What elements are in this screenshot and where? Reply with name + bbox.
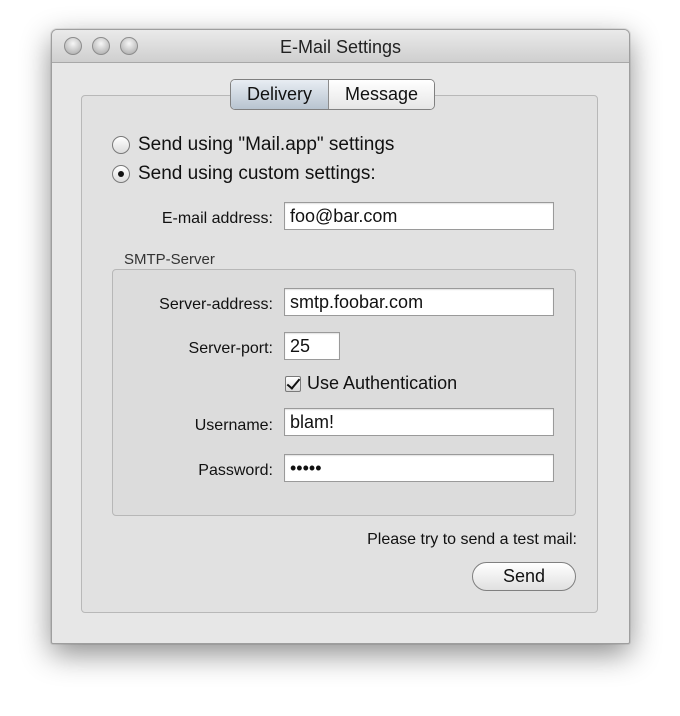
server-address-label: Server-address: [159,296,273,313]
server-port-label: Server-port: [188,340,273,357]
title-bar: E-Mail Settings [52,30,629,63]
use-authentication-label: Use Authentication [307,373,458,393]
email-address-field[interactable]: foo@bar.com [284,202,554,230]
use-authentication-row[interactable]: Use Authentication [285,373,457,394]
radio-custom-row[interactable]: Send using custom settings: [112,163,376,185]
window-title: E-Mail Settings [279,37,402,57]
email-address-label: E-mail address: [161,210,273,227]
smtp-server-group-label: SMTP-Server [124,251,215,268]
username-field[interactable]: blam! [284,408,554,436]
radio-custom-label: Send using custom settings: [138,163,376,184]
tab-message[interactable]: Message [329,80,435,109]
tab-delivery[interactable]: Delivery [231,80,330,109]
radio-mail-app-label: Send using "Mail.app" settings [138,134,395,155]
test-mail-hint: Please try to send a test mail: [367,531,577,548]
email-settings-window: E-Mail Settings Delivery Message Send us… [51,29,630,644]
radio-custom-settings[interactable] [112,165,130,183]
server-port-field[interactable]: 25 [284,332,340,360]
send-button[interactable]: Send [472,562,576,591]
password-label: Password: [198,462,273,479]
tab-bar: Delivery Message [230,79,436,110]
use-authentication-checkbox[interactable] [285,375,301,392]
password-field[interactable]: ••••• [284,454,554,482]
radio-mail-app-row[interactable]: Send using "Mail.app" settings [112,134,394,156]
username-label: Username: [194,417,273,434]
server-address-field[interactable]: smtp.foobar.com [284,288,554,316]
radio-mail-app[interactable] [112,136,130,154]
